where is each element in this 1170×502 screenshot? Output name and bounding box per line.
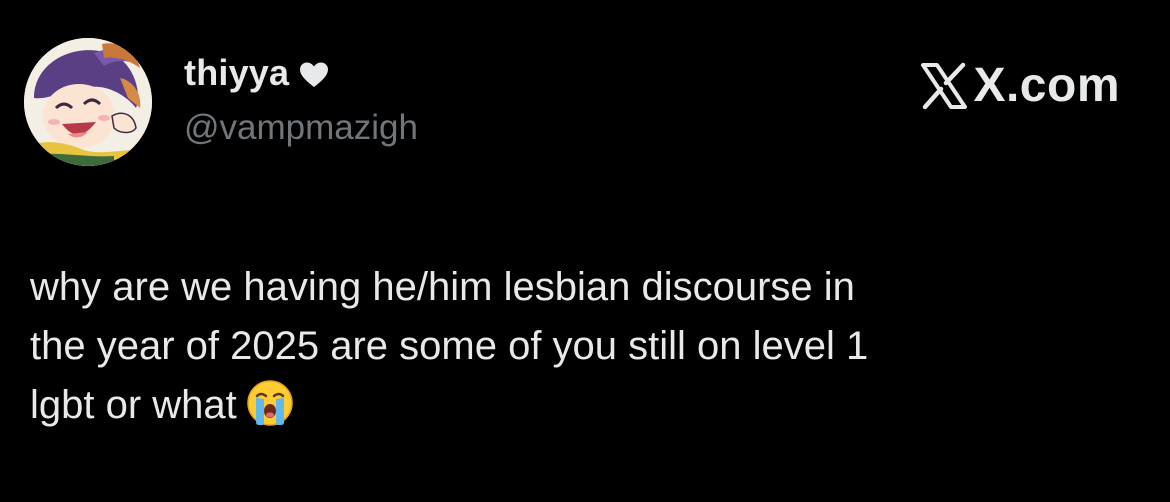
display-name[interactable]: thiyya xyxy=(184,52,289,94)
brand-text: X.com xyxy=(973,59,1120,112)
name-row: thiyya xyxy=(184,52,329,94)
post-text: why are we having he/him lesbian discour… xyxy=(30,258,1130,435)
post-text-line: why are we having he/him lesbian discour… xyxy=(30,265,855,309)
x-logo-icon xyxy=(919,61,969,111)
post-text-line: the year of 2025 are some of you still o… xyxy=(30,324,869,368)
avatar[interactable] xyxy=(24,38,152,166)
post-text-line-last: lgbt or what xyxy=(30,376,1130,435)
post-text-line-content: lgbt or what xyxy=(30,383,237,427)
loudly-crying-face-icon xyxy=(245,378,295,428)
post-card: thiyya @vampmazigh X.com why are we havi… xyxy=(0,0,1170,502)
avatar-illustration xyxy=(24,38,152,166)
user-handle[interactable]: @vampmazigh xyxy=(184,108,418,148)
heart-icon xyxy=(299,61,329,89)
brand-mark: X.com xyxy=(919,58,1120,113)
